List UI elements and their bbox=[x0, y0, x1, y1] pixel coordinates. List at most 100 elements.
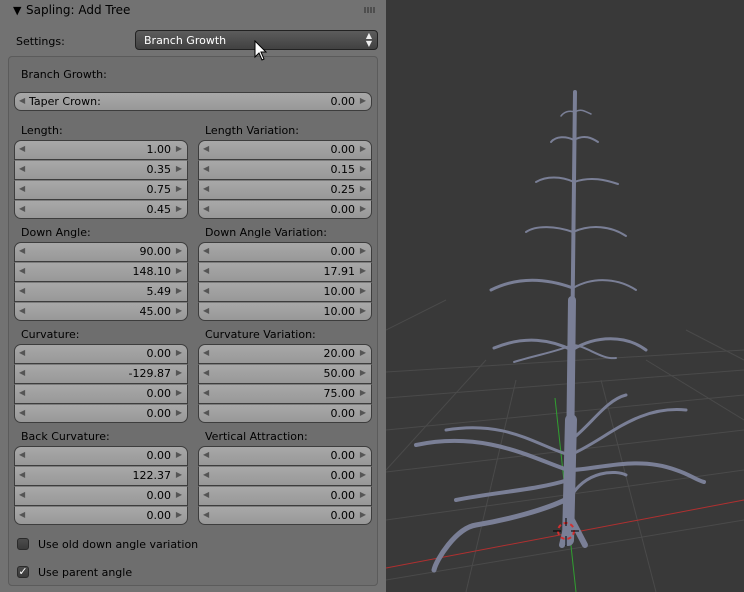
group-4-left-field-3[interactable]: ◀ 0.00 ▶ bbox=[14, 486, 188, 506]
increment-arrow-icon[interactable]: ▶ bbox=[360, 144, 366, 153]
group-3-right-field-4[interactable]: ◀ 0.00 ▶ bbox=[198, 404, 372, 423]
group-1-right-field-3[interactable]: ◀ 0.25 ▶ bbox=[198, 180, 372, 200]
group-4-right-field-3[interactable]: ◀ 0.00 ▶ bbox=[198, 486, 372, 506]
group-2-right-field-4[interactable]: ◀ 10.00 ▶ bbox=[198, 302, 372, 321]
group-3-right-field-2[interactable]: ◀ 50.00 ▶ bbox=[198, 364, 372, 384]
panel-header[interactable]: ▼ Sapling: Add Tree bbox=[0, 0, 386, 22]
group-1-left-field-3[interactable]: ◀ 0.75 ▶ bbox=[14, 180, 188, 200]
group-1-right-field-4[interactable]: ◀ 0.00 ▶ bbox=[198, 200, 372, 219]
increment-arrow-icon[interactable]: ▶ bbox=[176, 306, 182, 315]
decrement-arrow-icon[interactable]: ◀ bbox=[19, 348, 25, 357]
decrement-arrow-icon[interactable]: ◀ bbox=[19, 96, 25, 105]
increment-arrow-icon[interactable]: ▶ bbox=[176, 348, 182, 357]
group-4-right-field-1[interactable]: ◀ 0.00 ▶ bbox=[198, 446, 372, 466]
group-1-right-field-2[interactable]: ◀ 0.15 ▶ bbox=[198, 160, 372, 180]
group-4-left-field-4[interactable]: ◀ 0.00 ▶ bbox=[14, 506, 188, 525]
increment-arrow-icon[interactable]: ▶ bbox=[360, 306, 366, 315]
group-2-left-field-2[interactable]: ◀ 148.10 ▶ bbox=[14, 262, 188, 282]
decrement-arrow-icon[interactable]: ◀ bbox=[203, 510, 209, 519]
increment-arrow-icon[interactable]: ▶ bbox=[176, 246, 182, 255]
group-3-left-field-4[interactable]: ◀ 0.00 ▶ bbox=[14, 404, 188, 423]
group-4-right-field-4[interactable]: ◀ 0.00 ▶ bbox=[198, 506, 372, 525]
group-3-right-field-1[interactable]: ◀ 20.00 ▶ bbox=[198, 344, 372, 364]
increment-arrow-icon[interactable]: ▶ bbox=[176, 286, 182, 295]
old-down-angle-checkbox[interactable] bbox=[17, 538, 29, 550]
decrement-arrow-icon[interactable]: ◀ bbox=[19, 184, 25, 193]
increment-arrow-icon[interactable]: ▶ bbox=[176, 368, 182, 377]
group-3-left-field-2[interactable]: ◀ -129.87 ▶ bbox=[14, 364, 188, 384]
group-1-left-field-2[interactable]: ◀ 0.35 ▶ bbox=[14, 160, 188, 180]
increment-arrow-icon[interactable]: ▶ bbox=[176, 490, 182, 499]
decrement-arrow-icon[interactable]: ◀ bbox=[203, 348, 209, 357]
increment-arrow-icon[interactable]: ▶ bbox=[360, 388, 366, 397]
group-1-left-field-4[interactable]: ◀ 0.45 ▶ bbox=[14, 200, 188, 219]
increment-arrow-icon[interactable]: ▶ bbox=[360, 368, 366, 377]
increment-arrow-icon[interactable]: ▶ bbox=[360, 164, 366, 173]
increment-arrow-icon[interactable]: ▶ bbox=[360, 490, 366, 499]
group-2-right-field-3[interactable]: ◀ 10.00 ▶ bbox=[198, 282, 372, 302]
group-2-left-field-1[interactable]: ◀ 90.00 ▶ bbox=[14, 242, 188, 262]
decrement-arrow-icon[interactable]: ◀ bbox=[19, 204, 25, 213]
group-4-left-field-2[interactable]: ◀ 122.37 ▶ bbox=[14, 466, 188, 486]
increment-arrow-icon[interactable]: ▶ bbox=[360, 204, 366, 213]
increment-arrow-icon[interactable]: ▶ bbox=[176, 510, 182, 519]
group-1-left-field-1[interactable]: ◀ 1.00 ▶ bbox=[14, 140, 188, 160]
3d-viewport[interactable] bbox=[386, 0, 744, 592]
decrement-arrow-icon[interactable]: ◀ bbox=[19, 408, 25, 417]
increment-arrow-icon[interactable]: ▶ bbox=[360, 184, 366, 193]
increment-arrow-icon[interactable]: ▶ bbox=[176, 266, 182, 275]
decrement-arrow-icon[interactable]: ◀ bbox=[19, 164, 25, 173]
increment-arrow-icon[interactable]: ▶ bbox=[360, 96, 366, 105]
increment-arrow-icon[interactable]: ▶ bbox=[360, 510, 366, 519]
decrement-arrow-icon[interactable]: ◀ bbox=[203, 184, 209, 193]
group-3-left-field-1[interactable]: ◀ 0.00 ▶ bbox=[14, 344, 188, 364]
group-4-left-field-1[interactable]: ◀ 0.00 ▶ bbox=[14, 446, 188, 466]
decrement-arrow-icon[interactable]: ◀ bbox=[203, 368, 209, 377]
decrement-arrow-icon[interactable]: ◀ bbox=[19, 510, 25, 519]
group-3-left-field-3[interactable]: ◀ 0.00 ▶ bbox=[14, 384, 188, 404]
increment-arrow-icon[interactable]: ▶ bbox=[176, 470, 182, 479]
taper-crown-field[interactable]: ◀ Taper Crown: 0.00 ▶ bbox=[14, 92, 372, 111]
group-2-right-field-2[interactable]: ◀ 17.91 ▶ bbox=[198, 262, 372, 282]
decrement-arrow-icon[interactable]: ◀ bbox=[203, 408, 209, 417]
increment-arrow-icon[interactable]: ▶ bbox=[360, 286, 366, 295]
decrement-arrow-icon[interactable]: ◀ bbox=[19, 368, 25, 377]
group-2-right-field-1[interactable]: ◀ 0.00 ▶ bbox=[198, 242, 372, 262]
increment-arrow-icon[interactable]: ▶ bbox=[176, 408, 182, 417]
decrement-arrow-icon[interactable]: ◀ bbox=[203, 470, 209, 479]
increment-arrow-icon[interactable]: ▶ bbox=[176, 164, 182, 173]
increment-arrow-icon[interactable]: ▶ bbox=[360, 266, 366, 275]
increment-arrow-icon[interactable]: ▶ bbox=[176, 204, 182, 213]
decrement-arrow-icon[interactable]: ◀ bbox=[19, 470, 25, 479]
group-1-right-field-1[interactable]: ◀ 0.00 ▶ bbox=[198, 140, 372, 160]
decrement-arrow-icon[interactable]: ◀ bbox=[19, 306, 25, 315]
decrement-arrow-icon[interactable]: ◀ bbox=[203, 204, 209, 213]
decrement-arrow-icon[interactable]: ◀ bbox=[203, 144, 209, 153]
decrement-arrow-icon[interactable]: ◀ bbox=[203, 388, 209, 397]
group-2-left-field-3[interactable]: ◀ 5.49 ▶ bbox=[14, 282, 188, 302]
decrement-arrow-icon[interactable]: ◀ bbox=[203, 450, 209, 459]
drag-grip-icon[interactable] bbox=[364, 7, 376, 13]
increment-arrow-icon[interactable]: ▶ bbox=[176, 144, 182, 153]
increment-arrow-icon[interactable]: ▶ bbox=[360, 470, 366, 479]
decrement-arrow-icon[interactable]: ◀ bbox=[203, 286, 209, 295]
group-4-right-field-2[interactable]: ◀ 0.00 ▶ bbox=[198, 466, 372, 486]
decrement-arrow-icon[interactable]: ◀ bbox=[19, 246, 25, 255]
decrement-arrow-icon[interactable]: ◀ bbox=[203, 246, 209, 255]
group-3-right-field-3[interactable]: ◀ 75.00 ▶ bbox=[198, 384, 372, 404]
increment-arrow-icon[interactable]: ▶ bbox=[360, 348, 366, 357]
decrement-arrow-icon[interactable]: ◀ bbox=[19, 144, 25, 153]
use-parent-angle-checkbox[interactable]: ✓ bbox=[17, 566, 29, 578]
decrement-arrow-icon[interactable]: ◀ bbox=[203, 266, 209, 275]
decrement-arrow-icon[interactable]: ◀ bbox=[19, 490, 25, 499]
increment-arrow-icon[interactable]: ▶ bbox=[360, 450, 366, 459]
collapse-triangle-icon[interactable]: ▼ bbox=[13, 4, 21, 17]
increment-arrow-icon[interactable]: ▶ bbox=[360, 246, 366, 255]
decrement-arrow-icon[interactable]: ◀ bbox=[19, 450, 25, 459]
increment-arrow-icon[interactable]: ▶ bbox=[176, 388, 182, 397]
increment-arrow-icon[interactable]: ▶ bbox=[176, 450, 182, 459]
decrement-arrow-icon[interactable]: ◀ bbox=[203, 490, 209, 499]
decrement-arrow-icon[interactable]: ◀ bbox=[19, 286, 25, 295]
decrement-arrow-icon[interactable]: ◀ bbox=[19, 388, 25, 397]
decrement-arrow-icon[interactable]: ◀ bbox=[203, 164, 209, 173]
